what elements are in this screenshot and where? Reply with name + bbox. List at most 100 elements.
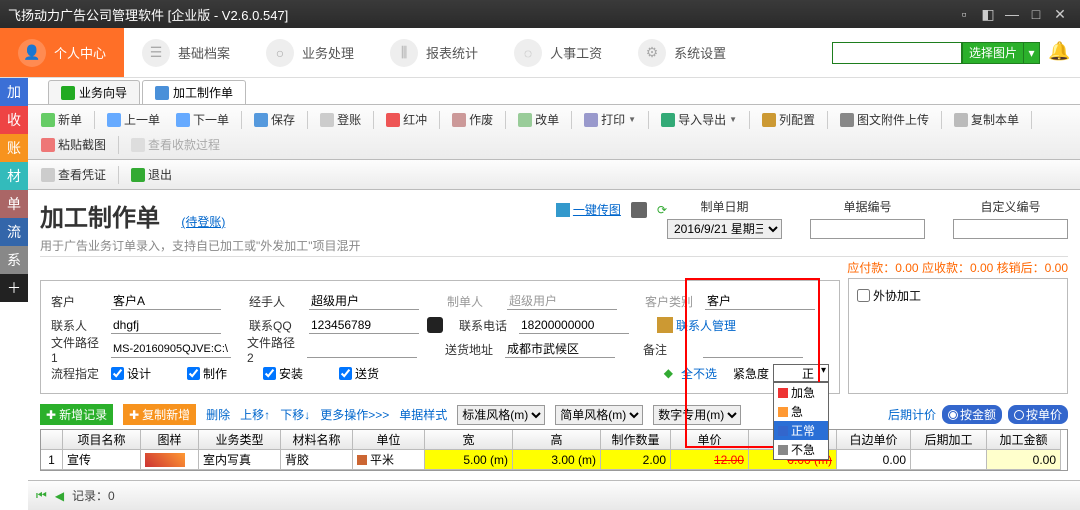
viewpay-button[interactable]: 查看收款过程 [124,133,227,156]
nav-hr[interactable]: ◌人事工资 [496,28,620,77]
exit-button[interactable]: 退出 [124,163,179,186]
flag-orange-icon [778,407,788,417]
urgency-select[interactable]: 正 [773,364,829,382]
handler-input[interactable] [309,292,419,310]
lt-recv[interactable]: 收 [0,106,28,134]
prev-icon2[interactable]: ◀ [55,489,64,503]
lt-plus[interactable]: ＋ [0,274,28,302]
path2-input[interactable] [307,340,417,358]
custno-input[interactable] [953,219,1068,239]
chk-outsource[interactable] [857,289,870,302]
print-icon [584,113,598,127]
chk-design[interactable] [111,367,124,380]
shirt-icon[interactable]: ◧ [976,4,1000,24]
nav-settings[interactable]: ⚙系统设置 [620,28,744,77]
left-tabs: 加 收 账 材 单 流 系 ＋ [0,78,28,471]
new-button[interactable]: 新单 [34,108,89,131]
lt-flow[interactable]: 流 [0,218,28,246]
allnone-link[interactable]: 全不选 [681,365,717,382]
lt-mat[interactable]: 材 [0,162,28,190]
nav-business[interactable]: ○业务处理 [248,28,372,77]
more-link[interactable]: 更多操作>>> [320,406,389,423]
next-button[interactable]: 下一单 [169,108,236,131]
docno-label: 单据编号 [810,198,925,215]
tab-order[interactable]: 加工制作单 [142,80,246,104]
post-button[interactable]: 登账 [313,108,368,131]
image-path-input[interactable] [832,42,962,64]
custno-label: 自定义编号 [953,198,1068,215]
first-icon[interactable]: ⏮ [36,488,47,503]
rowstyle-link[interactable]: 单据样式 [399,406,447,423]
urg-opt-buji[interactable]: 不急 [774,440,828,459]
moveup-link[interactable]: 上移↑ [240,406,270,423]
io-button[interactable]: 导入导出▼ [654,108,744,131]
std-style-select[interactable]: 标准风格(m) [457,405,545,425]
radio-byprice[interactable]: 按单价 [1008,405,1068,424]
onekey-link[interactable]: 一键传图 [573,201,621,218]
prev-button[interactable]: 上一单 [100,108,167,131]
edit-button[interactable]: 改单 [511,108,566,131]
qq-icon[interactable] [427,317,443,333]
minimize-icon[interactable]: — [1000,4,1024,24]
attach-button[interactable]: 图文附件上传 [833,108,936,131]
bell-icon[interactable]: 🔔 [1048,41,1072,65]
refresh-icon[interactable]: ⟳ [657,203,667,217]
urg-opt-jiaji[interactable]: 加急 [774,383,828,402]
select-image-button[interactable]: 选择图片 [962,42,1024,64]
chk-deliver[interactable] [339,367,352,380]
red-button[interactable]: 红冲 [379,108,434,131]
guide-icon [61,86,75,100]
top-nav: 👤个人中心 ☰基础档案 ○业务处理 ⫼报表统计 ◌人事工资 ⚙系统设置 选择图片… [0,28,1080,78]
close-icon[interactable]: ✕ [1048,4,1072,24]
window-title: 飞扬动力广告公司管理软件 [企业版 - V2.6.0.547] [8,5,952,24]
chk-make[interactable] [187,367,200,380]
next-icon [176,113,190,127]
nav-personal[interactable]: 👤个人中心 [0,28,124,77]
contactmgr-link[interactable]: 联系人管理 [676,317,736,334]
remark-input[interactable] [703,340,803,358]
print-button[interactable]: 打印▼ [577,108,643,131]
movedown-link[interactable]: 下移↓ [280,406,310,423]
lt-add[interactable]: 加 [0,78,28,106]
digit-style-select[interactable]: 数字专用(m) [653,405,741,425]
latercalc-link[interactable]: 后期计价 [888,406,936,423]
urg-opt-ji[interactable]: 急 [774,402,828,421]
simple-style-select[interactable]: 简单风格(m) [555,405,643,425]
qq-input[interactable] [309,316,419,334]
viewvoucher-button[interactable]: 查看凭证 [34,163,113,186]
lt-acct[interactable]: 账 [0,134,28,162]
lt-doc[interactable]: 单 [0,190,28,218]
nav-report[interactable]: ⫼报表统计 [372,28,496,77]
paste-button[interactable]: 粘贴截图 [34,133,113,156]
page-subtitle: 用于广告业务订单录入，支持自已加工或"外发加工"项目混开 [40,237,361,254]
addr-input[interactable] [505,340,615,358]
chk-install[interactable] [263,367,276,380]
save-button[interactable]: 保存 [247,108,302,131]
phone-input[interactable] [519,316,629,334]
colcfg-button[interactable]: 列配置 [755,108,822,131]
pending-link[interactable]: (待登账) [181,215,225,229]
maximize-icon[interactable]: □ [1024,4,1048,24]
nav-basic[interactable]: ☰基础档案 [124,28,248,77]
path1-input[interactable] [111,340,231,358]
table-row[interactable]: 1 宣传 室内写真 背胶 平米 5.00 (m) 3.00 (m) 2.00 1… [41,450,1067,470]
add-row-button[interactable]: ✚ 新增记录 [40,404,113,425]
copy-button[interactable]: 复制本单 [947,108,1026,131]
hat-icon[interactable]: ▫ [952,4,976,24]
contact-input[interactable] [111,316,221,334]
tab-guide[interactable]: 业务向导 [48,80,140,104]
docno-input[interactable] [810,219,925,239]
printer-icon[interactable] [631,202,647,218]
void-icon [452,113,466,127]
grid-actions: ✚ 新增记录 ✚ 复制新增 删除 上移↑ 下移↓ 更多操作>>> 单据样式 标准… [40,404,1068,425]
select-image-dropdown[interactable]: ▾ [1024,42,1040,64]
date-select[interactable]: 2016/9/21 星期三 下 [667,219,782,239]
paste-icon [41,138,55,152]
lt-sys[interactable]: 系 [0,246,28,274]
radio-byamt[interactable]: 按金额 [942,405,1002,424]
customer-input[interactable] [111,292,221,310]
delete-link[interactable]: 删除 [206,406,230,423]
urg-opt-normal[interactable]: 正常 [774,421,828,440]
void-button[interactable]: 作废 [445,108,500,131]
copy-add-button[interactable]: ✚ 复制新增 [123,404,196,425]
